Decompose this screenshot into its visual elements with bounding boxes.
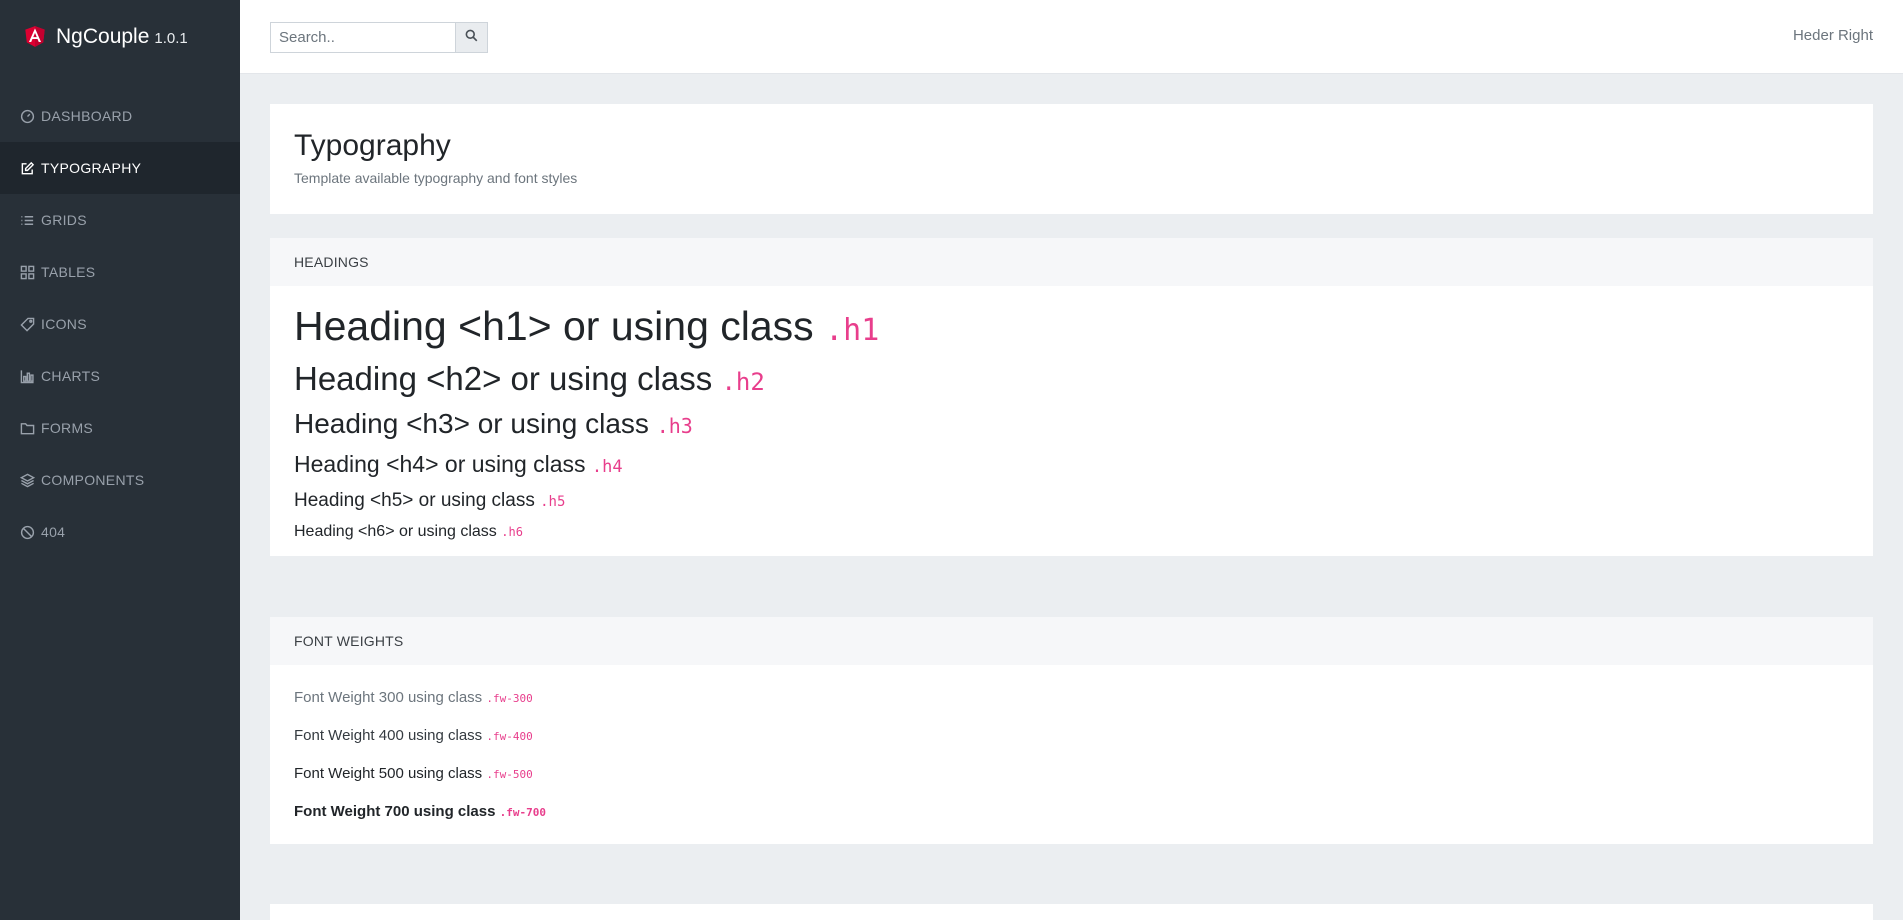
weight-text: Font Weight 500 using class xyxy=(294,765,483,782)
headings-card-header: HEADINGS xyxy=(270,238,1873,286)
class-code: .h6 xyxy=(501,525,523,539)
sidebar-item-icons[interactable]: ICONS xyxy=(0,298,240,350)
search-button[interactable] xyxy=(455,22,488,53)
class-code: .fw-300 xyxy=(486,692,533,705)
sidebar-item-charts[interactable]: CHARTS xyxy=(0,350,240,402)
weight-text: Font Weight 400 using class xyxy=(294,727,483,744)
sidebar-item-grids[interactable]: GRIDS xyxy=(0,194,240,246)
list-icon xyxy=(19,212,35,228)
sidebar-item-label: CHARTS xyxy=(41,368,101,384)
next-card xyxy=(270,904,1873,920)
sidebar-item-forms[interactable]: FORMS xyxy=(0,402,240,454)
heading-h6-example: Heading <h6> or using class .h6 xyxy=(294,518,1849,546)
class-code: .h3 xyxy=(656,414,693,438)
heading-h4-example: Heading <h4> or using class .h4 xyxy=(294,446,1849,485)
angular-logo-icon xyxy=(22,22,48,52)
search-icon xyxy=(465,29,478,47)
edit-icon xyxy=(19,160,35,176)
ban-icon xyxy=(19,524,35,540)
heading-text: Heading <h5> or using class xyxy=(294,490,535,511)
sidebar-item-typography[interactable]: TYPOGRAPHY xyxy=(0,142,240,194)
sidebar-item-components[interactable]: COMPONENTS xyxy=(0,454,240,506)
tag-icon xyxy=(19,316,35,332)
page-subtitle: Template available typography and font s… xyxy=(294,170,578,186)
sidebar-item-tables[interactable]: TABLES xyxy=(0,246,240,298)
sidebar-nav: DASHBOARD TYPOGRAPHY GRIDS TABLES ICONS xyxy=(0,90,240,558)
sidebar-item-label: 404 xyxy=(41,524,66,540)
sidebar-item-404[interactable]: 404 xyxy=(0,506,240,558)
grid-icon xyxy=(19,264,35,280)
brand-version: 1.0.1 xyxy=(154,29,188,47)
font-weight-700-example: Font Weight 700 using class .fw-700 xyxy=(294,793,1849,831)
class-code: .h1 xyxy=(825,313,880,348)
heading-text: Heading <h1> or using class xyxy=(294,303,814,349)
font-weights-card-header: FONT WEIGHTS xyxy=(270,617,1873,665)
sidebar-item-label: GRIDS xyxy=(41,212,87,228)
top-header: Heder Right xyxy=(240,0,1903,74)
sidebar-item-dashboard[interactable]: DASHBOARD xyxy=(0,90,240,142)
heading-h5-example: Heading <h5> or using class .h5 xyxy=(294,485,1849,518)
heading-text: Heading <h3> or using class xyxy=(294,408,649,439)
layers-icon xyxy=(19,472,35,488)
class-code: .h5 xyxy=(540,494,566,510)
heading-text: Heading <h6> or using class xyxy=(294,523,497,540)
class-code: .fw-500 xyxy=(486,768,533,781)
weight-text: Font Weight 700 using class xyxy=(294,803,496,820)
heading-h2-example: Heading <h2> or using class .h2 xyxy=(294,357,1849,404)
heading-h1-example: Heading <h1> or using class .h1 xyxy=(294,300,1849,357)
search-input[interactable] xyxy=(270,22,455,53)
font-weight-300-example: Font Weight 300 using class .fw-300 xyxy=(294,679,1849,717)
class-code: .fw-700 xyxy=(499,806,546,819)
heading-text: Heading <h4> or using class xyxy=(294,451,586,477)
headings-card: HEADINGS Heading <h1> or using class .h1… xyxy=(270,238,1873,556)
brand-name: NgCouple xyxy=(56,25,150,48)
font-weight-400-example: Font Weight 400 using class .fw-400 xyxy=(294,717,1849,755)
heading-text: Heading <h2> or using class xyxy=(294,360,713,397)
sidebar-item-label: DASHBOARD xyxy=(41,108,133,124)
sidebar-item-label: TABLES xyxy=(41,264,96,280)
class-code: .h4 xyxy=(591,457,623,477)
dashboard-icon xyxy=(19,108,35,124)
header-right-text[interactable]: Heder Right xyxy=(1793,27,1873,44)
heading-h3-example: Heading <h3> or using class .h3 xyxy=(294,404,1849,446)
brand[interactable]: NgCouple 1.0.1 xyxy=(0,0,240,74)
page-title: Typography xyxy=(294,129,451,162)
class-code: .fw-400 xyxy=(486,730,533,743)
font-weight-500-example: Font Weight 500 using class .fw-500 xyxy=(294,755,1849,793)
page-title-card: Typography Template available typography… xyxy=(270,104,1873,214)
sidebar-item-label: COMPONENTS xyxy=(41,472,145,488)
sidebar-item-label: FORMS xyxy=(41,420,94,436)
weight-text: Font Weight 300 using class xyxy=(294,689,483,706)
search-bar xyxy=(270,22,488,53)
sidebar: NgCouple 1.0.1 DASHBOARD TYPOGRAPHY GRID… xyxy=(0,0,240,920)
font-weights-card: FONT WEIGHTS Font Weight 300 using class… xyxy=(270,617,1873,844)
font-weights-card-body: Font Weight 300 using class .fw-300 Font… xyxy=(270,665,1873,831)
bar-chart-icon xyxy=(19,368,35,384)
sidebar-item-label: ICONS xyxy=(41,316,87,332)
folder-icon xyxy=(19,420,35,436)
headings-card-body: Heading <h1> or using class .h1 Heading … xyxy=(270,286,1873,546)
sidebar-item-label: TYPOGRAPHY xyxy=(41,160,142,176)
class-code: .h2 xyxy=(721,368,765,396)
